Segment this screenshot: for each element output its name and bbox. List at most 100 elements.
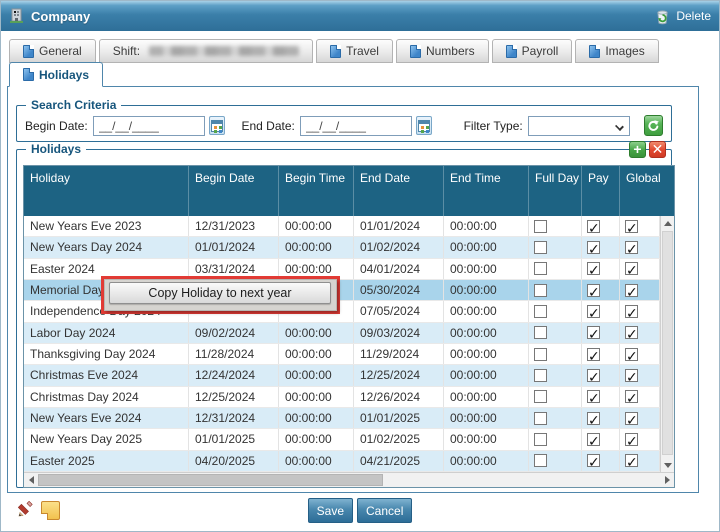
- end-date-cell: 01/01/2025: [354, 407, 444, 429]
- save-button[interactable]: Save: [307, 498, 353, 523]
- table-row[interactable]: New Years Eve 2024 12/31/2024 00:00:00 01/0…: [24, 407, 660, 430]
- end-date-label: End Date:: [241, 118, 295, 133]
- global-checkbox[interactable]: [625, 282, 638, 300]
- full-day-checkbox[interactable]: [534, 304, 547, 318]
- table-row[interactable]: Labor Day 2024 09/02/2024 00:00:00 09/03/20…: [24, 322, 660, 344]
- full-day-checkbox[interactable]: [534, 347, 547, 361]
- building-icon: [10, 8, 23, 23]
- end-date-input[interactable]: [299, 115, 412, 136]
- horizontal-scrollbar[interactable]: [24, 472, 674, 487]
- tab-images[interactable]: Images: [575, 39, 659, 63]
- global-checkbox[interactable]: [625, 388, 638, 407]
- table-row[interactable]: New Years Day 2024 01/01/2024 00:00:00 01/0…: [24, 237, 660, 259]
- scroll-down-arrow[interactable]: [661, 458, 674, 472]
- full-day-checkbox[interactable]: [534, 326, 547, 340]
- global-checkbox[interactable]: [625, 260, 638, 279]
- document-icon: [505, 44, 517, 58]
- scroll-up-arrow[interactable]: [661, 216, 674, 230]
- global-checkbox[interactable]: [625, 346, 638, 364]
- pay-checkbox[interactable]: [587, 260, 600, 279]
- pay-checkbox[interactable]: [587, 388, 600, 407]
- full-day-checkbox[interactable]: [534, 283, 547, 297]
- full-day-cell: [529, 237, 582, 258]
- horizontal-scroll-thumb[interactable]: [38, 474, 383, 486]
- vertical-scrollbar[interactable]: [660, 216, 674, 472]
- tab-numbers[interactable]: Numbers: [395, 39, 489, 63]
- pay-checkbox[interactable]: [587, 218, 600, 236]
- full-day-checkbox[interactable]: [534, 262, 547, 276]
- tab-label: Holidays: [39, 67, 90, 82]
- full-day-checkbox[interactable]: [534, 432, 547, 446]
- global-checkbox[interactable]: [625, 367, 638, 386]
- table-row[interactable]: Christmas Eve 2024 12/24/2024 00:00:00 12/2…: [24, 365, 660, 387]
- tab-general[interactable]: General: [9, 39, 96, 63]
- scroll-right-arrow[interactable]: [660, 473, 674, 487]
- pay-checkbox[interactable]: [587, 452, 600, 471]
- pay-checkbox[interactable]: [587, 282, 600, 300]
- column-header[interactable]: End Time: [444, 166, 529, 216]
- table-row[interactable]: New Years Day 2025 01/01/2025 00:00:00 01/0…: [24, 429, 660, 451]
- end-time-cell: 00:00:00: [444, 279, 529, 301]
- pay-checkbox[interactable]: [587, 367, 600, 386]
- add-holiday-button[interactable]: +: [629, 141, 646, 158]
- pay-checkbox[interactable]: [587, 431, 600, 450]
- table-row[interactable]: Thanksgiving Day 2024 11/28/2024 00:00:00 1…: [24, 343, 660, 366]
- pay-checkbox[interactable]: [587, 324, 600, 343]
- search-refresh-button[interactable]: [643, 115, 663, 136]
- column-header[interactable]: Pay: [582, 166, 620, 216]
- end-time-cell: 00:00:00: [444, 429, 529, 450]
- pay-checkbox[interactable]: [587, 410, 600, 428]
- global-cell: [620, 407, 660, 429]
- tab-shift[interactable]: Shift:: [98, 39, 314, 63]
- full-day-cell: [529, 301, 582, 322]
- column-header[interactable]: End Date: [354, 166, 444, 216]
- column-header[interactable]: Begin Date: [189, 166, 279, 216]
- full-day-checkbox[interactable]: [534, 390, 547, 404]
- global-checkbox[interactable]: [625, 452, 638, 471]
- holiday-cell: New Years Day 2024: [24, 237, 189, 258]
- full-day-checkbox[interactable]: [534, 240, 547, 254]
- scroll-left-arrow[interactable]: [24, 473, 38, 487]
- chevron-down-icon: [614, 121, 624, 131]
- table-header-row: Holiday Begin Date Begin Time End Date End T…: [24, 166, 674, 216]
- copy-holiday-menu-item[interactable]: Copy Holiday to next year: [109, 282, 331, 304]
- global-checkbox[interactable]: [625, 239, 638, 258]
- global-checkbox[interactable]: [625, 303, 638, 322]
- full-day-checkbox[interactable]: [534, 368, 547, 382]
- column-header[interactable]: Holiday: [24, 166, 189, 216]
- column-header[interactable]: Begin Time: [279, 166, 354, 216]
- global-checkbox[interactable]: [625, 410, 638, 428]
- tab-travel[interactable]: Travel: [316, 39, 393, 63]
- tab-payroll[interactable]: Payroll: [491, 39, 573, 63]
- filter-type-select[interactable]: [527, 115, 630, 136]
- vertical-scroll-thumb[interactable]: [662, 231, 673, 455]
- delete-button[interactable]: Delete: [654, 8, 711, 25]
- begin-date-input[interactable]: [92, 115, 205, 136]
- global-checkbox[interactable]: [625, 324, 638, 343]
- table-row[interactable]: New Years Eve 2023 12/31/2023 00:00:00 01/0…: [24, 216, 660, 238]
- cancel-button[interactable]: Cancel: [357, 498, 413, 523]
- column-header[interactable]: Global: [620, 166, 674, 216]
- end-time-cell: 00:00:00: [444, 365, 529, 386]
- end-time-cell: 00:00:00: [444, 258, 529, 279]
- full-day-checkbox[interactable]: [534, 411, 547, 425]
- pay-checkbox[interactable]: [587, 346, 600, 364]
- global-checkbox[interactable]: [625, 218, 638, 236]
- pay-checkbox[interactable]: [587, 303, 600, 322]
- tab-holidays[interactable]: Holidays: [9, 62, 104, 87]
- begin-date-cell: 12/24/2024: [189, 365, 279, 386]
- table-row[interactable]: Christmas Day 2024 12/25/2024 00:00:00 12/2…: [24, 386, 660, 408]
- full-day-checkbox[interactable]: [534, 454, 547, 468]
- global-cell: [620, 365, 660, 386]
- global-cell: [620, 258, 660, 279]
- column-header[interactable]: Full Day: [529, 166, 582, 216]
- full-day-checkbox[interactable]: [534, 219, 547, 233]
- table-row[interactable]: Easter 2025 04/20/2025 00:00:00 04/21/2025 0…: [24, 450, 660, 472]
- begin-date-calendar-button[interactable]: [208, 116, 225, 135]
- pay-checkbox[interactable]: [587, 239, 600, 258]
- remove-holiday-button[interactable]: ✕: [649, 141, 666, 158]
- document-icon: [23, 68, 34, 81]
- global-checkbox[interactable]: [625, 431, 638, 450]
- tab-label: General: [39, 44, 82, 58]
- end-date-calendar-button[interactable]: [415, 116, 432, 135]
